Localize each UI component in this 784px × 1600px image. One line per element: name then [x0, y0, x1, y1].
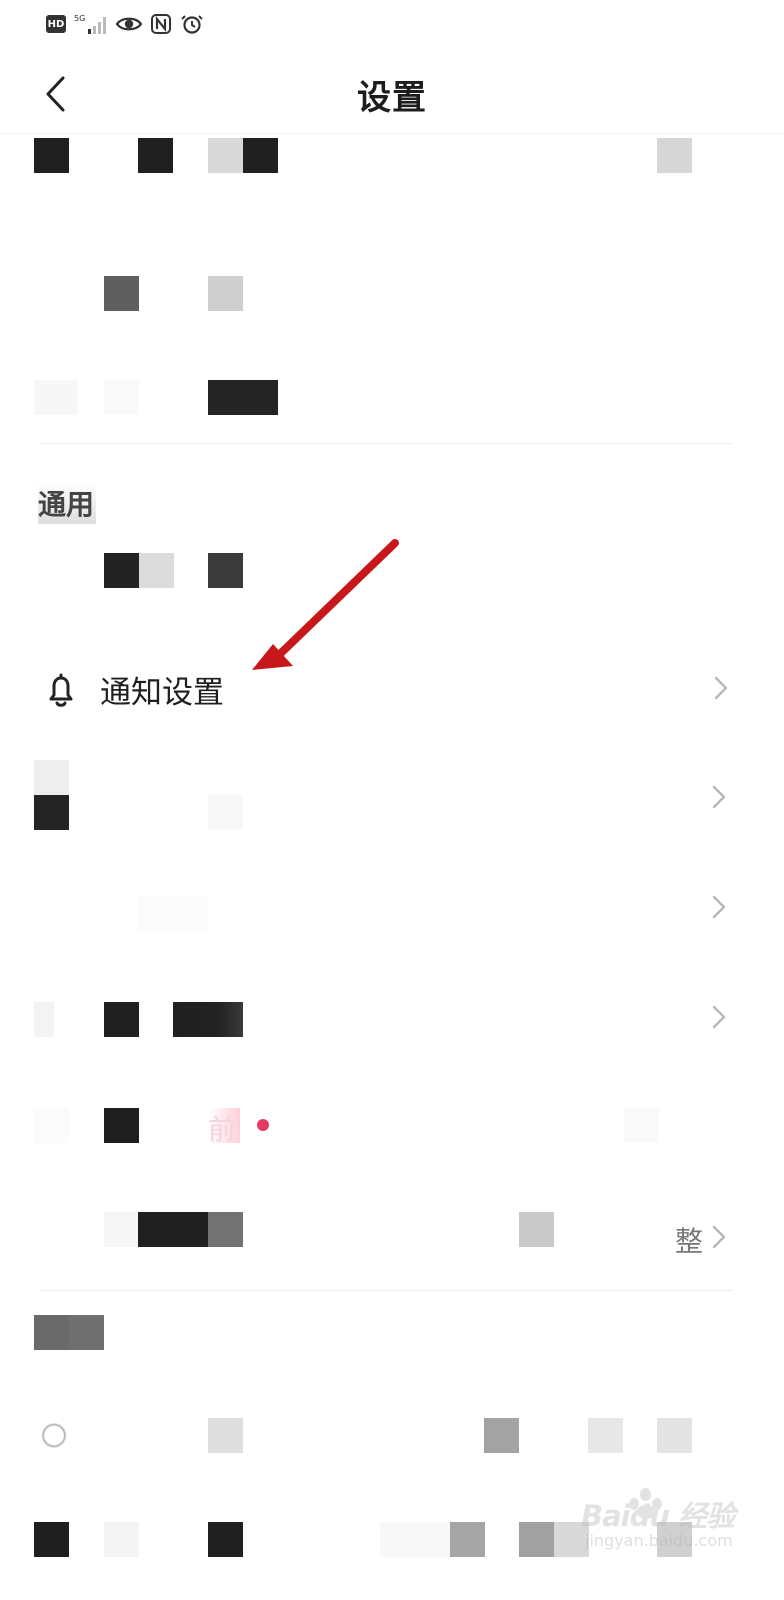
annotation-arrow-icon [252, 539, 399, 670]
chevron-right-icon [710, 894, 728, 920]
chevron-right-icon [710, 1224, 728, 1250]
5g-label: 5G [74, 14, 85, 23]
top-navigation-bar: 设置 [0, 48, 784, 134]
redacted-row-4[interactable] [34, 760, 754, 840]
watermark-url: jingyan.baidu.com [585, 1531, 733, 1550]
redacted-row-5[interactable] [34, 896, 284, 936]
general-section-heading: 通用 [38, 482, 97, 524]
status-bar: HD 5G [0, 0, 784, 48]
alarm-icon [180, 13, 204, 35]
chevron-right-icon [710, 784, 728, 810]
redacted-setting-row-3[interactable] [34, 380, 284, 420]
redacted-general-row[interactable] [34, 553, 284, 593]
section-divider-top [40, 443, 732, 444]
partial-right-fragment: 整 [675, 1225, 704, 1258]
redacted-row-6[interactable] [34, 1002, 284, 1042]
header-divider [0, 133, 784, 134]
settings-screen: HD 5G 设置 通用 通知设置 前 整 Baidu 经验 jingyan.ba… [0, 0, 784, 1600]
redacted-setting-row-2[interactable] [34, 276, 254, 316]
redacted-row-8[interactable] [34, 1212, 594, 1252]
5g-signal-icon: 5G [74, 13, 108, 35]
notification-settings-label: 通知设置 [100, 675, 224, 711]
redacted-row-9[interactable] [34, 1418, 714, 1458]
baidu-jingyan-watermark: Baidu 经验 jingyan.baidu.com [581, 1484, 735, 1560]
page-title: 设置 [357, 78, 427, 118]
chevron-right-icon [712, 675, 730, 701]
notification-dot [257, 1119, 269, 1131]
eye-icon [116, 15, 142, 33]
paw-icon [628, 1488, 663, 1520]
bell-icon [42, 671, 80, 709]
chevron-right-icon [710, 1004, 728, 1030]
hd-voice-icon: HD [46, 15, 66, 33]
section-divider-bottom [40, 1290, 732, 1291]
partial-label-fragment: 前 [208, 1113, 237, 1146]
redacted-setting-row-1[interactable] [34, 138, 694, 178]
nfc-icon [150, 13, 172, 35]
redacted-row-7[interactable] [34, 1108, 694, 1148]
status-icons: HD 5G [46, 12, 204, 36]
redacted-section-heading [34, 1315, 114, 1355]
